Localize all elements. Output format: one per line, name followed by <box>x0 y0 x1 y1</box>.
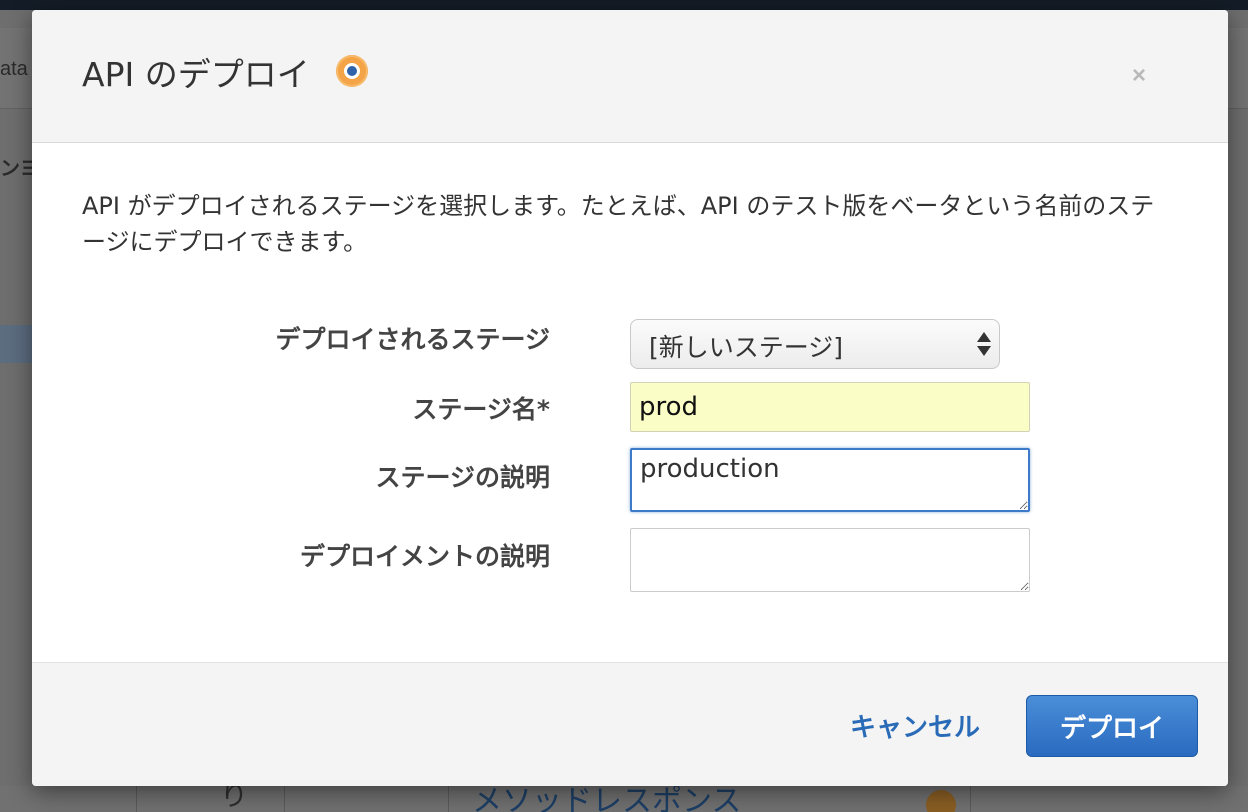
background-text: ata <box>0 58 28 80</box>
modal-footer: キャンセル デプロイ <box>32 662 1228 786</box>
top-nav-bar <box>0 0 1248 10</box>
stage-name-input[interactable] <box>630 382 1030 432</box>
cancel-button[interactable]: キャンセル <box>850 707 980 744</box>
table-cell-divider <box>970 786 971 812</box>
stage-description-label: ステージの説明 <box>375 463 550 492</box>
info-icon <box>926 790 956 812</box>
table-cell-divider <box>448 786 449 812</box>
info-icon[interactable] <box>336 55 368 87</box>
table-cell-divider <box>136 786 137 812</box>
stage-description-textarea[interactable]: production <box>630 448 1030 512</box>
close-icon[interactable]: × <box>1132 62 1146 90</box>
deployment-description-label: デプロイメントの説明 <box>299 542 550 571</box>
deploy-api-modal: API のデプロイ × API がデプロイされるステージを選択します。たとえば、… <box>32 10 1228 786</box>
deployment-stage-select[interactable]: [新しいステージ] <box>630 319 1000 369</box>
deployment-stage-label: デプロイされるステージ <box>275 325 550 354</box>
table-cell-divider <box>284 786 285 812</box>
background-selected-row <box>0 325 32 363</box>
deploy-button[interactable]: デプロイ <box>1026 695 1198 757</box>
stage-name-label: ステージ名* <box>412 395 550 424</box>
select-arrows-icon <box>977 332 991 358</box>
modal-description: API がデプロイされるステージを選択します。たとえば、API のテスト版をベー… <box>82 192 1155 256</box>
modal-header: API のデプロイ × <box>32 10 1228 143</box>
modal-title: API のデプロイ <box>82 55 310 94</box>
deployment-description-textarea[interactable] <box>630 528 1030 592</box>
deployment-stage-value: [新しいステージ] <box>649 333 844 362</box>
